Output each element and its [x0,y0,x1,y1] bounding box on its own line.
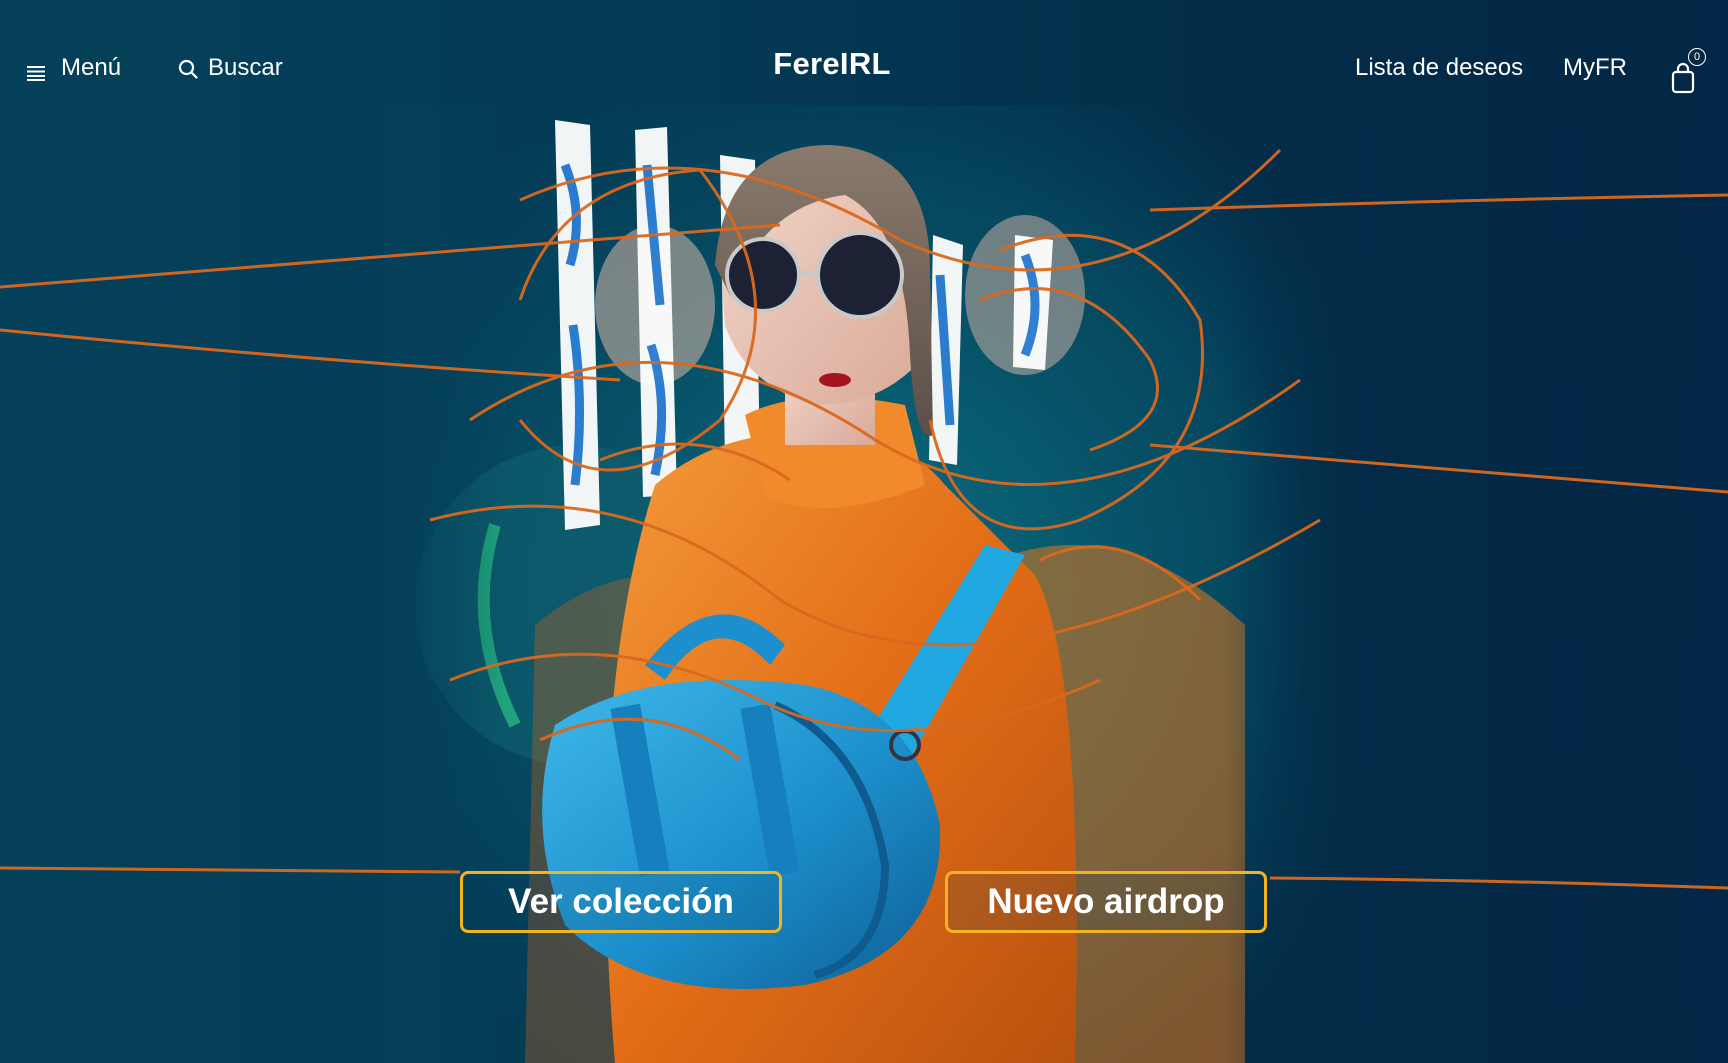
top-navigation: Menú Buscar FereIRL Lista de deseos MyFR… [0,0,1728,136]
shopping-bag-icon [1670,62,1696,94]
wishlist-link[interactable]: Lista de deseos [1355,50,1523,86]
account-link[interactable]: MyFR [1563,50,1627,86]
new-airdrop-button[interactable]: Nuevo airdrop [945,871,1267,933]
view-collection-button[interactable]: Ver colección [460,871,782,933]
cart-button[interactable]: 0 [1670,48,1710,96]
page: Menú Buscar FereIRL Lista de deseos MyFR… [0,0,1728,1063]
